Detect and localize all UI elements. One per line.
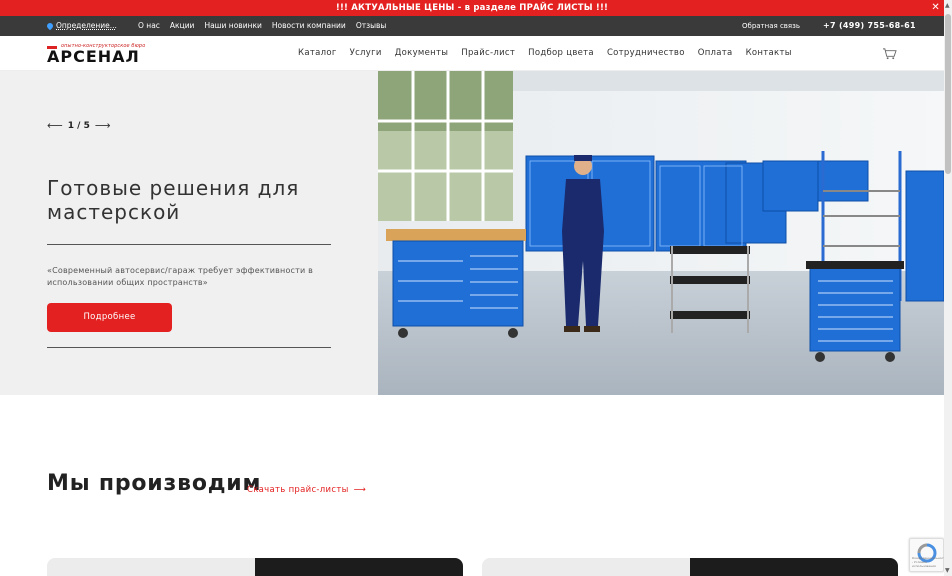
feedback-link[interactable]: Обратная связь	[742, 22, 800, 30]
section-title: Мы производим	[47, 471, 262, 496]
nav-services[interactable]: Услуги	[350, 48, 382, 58]
hero-slider: ⟵ 1 / 5 ⟶ Готовые решения для мастерской…	[0, 71, 944, 395]
cart-icon[interactable]	[882, 47, 897, 60]
promo-banner[interactable]: !!! АКТУАЛЬНЫЕ ЦЕНЫ - в разделе ПРАЙС ЛИ…	[0, 0, 944, 16]
top-link-about[interactable]: О нас	[138, 21, 160, 30]
location-selector[interactable]: Определение...	[45, 21, 117, 30]
download-label[interactable]: Скачать прайс-листы	[247, 485, 349, 495]
nav-payment[interactable]: Оплата	[698, 48, 733, 58]
top-links: О нас Акции Наши новинки Новости компани…	[138, 21, 386, 30]
location-pin-icon	[45, 21, 55, 30]
hero-title: Готовые решения для мастерской	[47, 176, 300, 224]
top-link-promos[interactable]: Акции	[170, 21, 195, 30]
nav-color-picker[interactable]: Подбор цвета	[528, 48, 594, 58]
logo[interactable]: опытно-конструкторское бюро АРСЕНАЛ	[47, 43, 173, 66]
promo-text[interactable]: !!! АКТУАЛЬНЫЕ ЦЕНЫ - в разделе ПРАЙС ЛИ…	[336, 3, 608, 13]
slider-navigation: ⟵ 1 / 5 ⟶	[47, 119, 111, 132]
arrow-right-icon: ⟶	[353, 485, 367, 495]
hero-description: «Современный автосервис/гараж требует эф…	[47, 266, 314, 287]
card-image-right	[255, 558, 463, 576]
scroll-down-icon[interactable]: ▼	[945, 567, 950, 574]
recaptcha-badge[interactable]: Конфиденциальность - Условия использован…	[909, 538, 947, 572]
slide-counter: 1 / 5	[67, 120, 90, 131]
card-image-right	[690, 558, 898, 576]
page-scrollbar[interactable]: ▲ ▼	[944, 0, 952, 576]
logo-wordmark: АРСЕНАЛ	[47, 47, 140, 66]
next-arrow-icon[interactable]: ⟶	[95, 119, 111, 132]
download-price-lists-link[interactable]: Скачать прайс-листы ⟶	[247, 485, 366, 495]
top-link-new[interactable]: Наши новинки	[204, 21, 261, 30]
prev-arrow-icon[interactable]: ⟵	[47, 119, 63, 132]
nav-contacts[interactable]: Контакты	[746, 48, 792, 58]
nav-cooperation[interactable]: Сотрудничество	[607, 48, 685, 58]
nav-catalog[interactable]: Каталог	[298, 48, 337, 58]
hero-image	[378, 71, 944, 395]
main-nav: Каталог Услуги Документы Прайс-лист Подб…	[298, 48, 792, 58]
close-icon[interactable]: ✕	[931, 0, 940, 16]
top-link-news[interactable]: Новости компании	[272, 21, 346, 30]
card-image-left	[482, 558, 690, 576]
location-label[interactable]: Определение...	[56, 21, 117, 30]
nav-documents[interactable]: Документы	[395, 48, 449, 58]
divider	[47, 347, 331, 348]
product-card[interactable]	[482, 558, 898, 576]
divider	[47, 244, 331, 245]
recaptcha-text[interactable]: Конфиденциальность - Условия использован…	[912, 556, 947, 568]
scroll-up-icon[interactable]: ▲	[945, 2, 950, 9]
nav-price-list[interactable]: Прайс-лист	[461, 48, 515, 58]
top-link-reviews[interactable]: Отзывы	[356, 21, 387, 30]
details-button[interactable]: Подробнее	[47, 303, 172, 332]
scrollbar-thumb[interactable]	[945, 14, 951, 174]
phone-number[interactable]: +7 (499) 755-68-61	[823, 21, 916, 30]
top-bar: Определение... О нас Акции Наши новинки …	[0, 16, 944, 36]
main-header: опытно-конструкторское бюро АРСЕНАЛ Ката…	[0, 36, 944, 71]
card-image-left	[47, 558, 255, 576]
product-card[interactable]	[47, 558, 463, 576]
